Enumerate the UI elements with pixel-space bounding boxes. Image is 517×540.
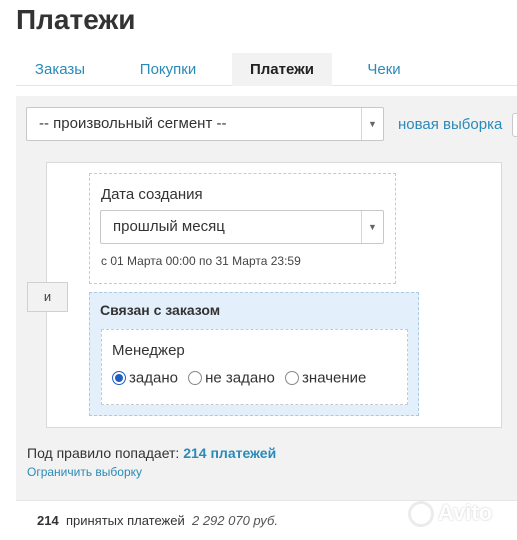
match-count-link[interactable]: 214 платежей xyxy=(183,445,276,461)
radio-label: значение xyxy=(302,369,367,387)
tab-bar: Заказы Покупки Платежи Чеки xyxy=(16,53,517,86)
period-select-value: прошлый месяц xyxy=(113,218,225,235)
chevron-down-icon: ▼ xyxy=(361,211,383,243)
footer-summary: 214 принятых платежей 2 292 070 руб. xyxy=(37,513,278,528)
avito-watermark: Avito xyxy=(408,500,492,532)
footer-amount: 2 292 070 руб. xyxy=(191,513,278,528)
chevron-down-icon: ▼ xyxy=(361,108,383,140)
tab-purchases[interactable]: Покупки xyxy=(124,53,212,86)
radio-option-not-set[interactable]: не задано xyxy=(188,369,275,387)
created-date-label: Дата создания xyxy=(101,186,203,203)
manager-condition xyxy=(101,329,408,405)
tab-orders[interactable]: Заказы xyxy=(16,53,104,86)
page-title: Платежи xyxy=(16,4,136,35)
radio-label: задано xyxy=(129,369,178,387)
limit-selection-link[interactable]: Ограничить выборку xyxy=(27,465,142,479)
radio-option-set[interactable]: задано xyxy=(112,369,178,387)
match-summary-prefix: Под правило попадает: xyxy=(27,445,180,461)
manager-radio-group: задано не задано значение xyxy=(112,369,372,387)
segment-select[interactable]: -- произвольный сегмент -- ▼ xyxy=(26,107,384,141)
segment-select-value: -- произвольный сегмент -- xyxy=(39,115,227,132)
watermark-text: Avito xyxy=(438,500,493,525)
radio-unchecked-icon[interactable] xyxy=(285,371,300,386)
footer-count: 214 xyxy=(37,513,59,528)
tab-payments[interactable]: Платежи xyxy=(232,53,332,86)
radio-unchecked-icon[interactable] xyxy=(188,371,203,386)
date-range-text: с 01 Марта 00:00 по 31 Марта 23:59 xyxy=(101,254,301,268)
radio-checked-icon[interactable] xyxy=(112,371,126,386)
avito-logo-icon xyxy=(408,501,434,528)
radio-option-value[interactable]: значение xyxy=(285,369,366,387)
radio-label: не задано xyxy=(205,369,275,387)
and-operator-button[interactable]: и xyxy=(27,282,68,312)
manager-label: Менеджер xyxy=(112,342,185,359)
panel-toggle-button[interactable] xyxy=(512,113,517,137)
new-selection-link[interactable]: новая выборка xyxy=(398,116,502,133)
tab-receipts[interactable]: Чеки xyxy=(336,53,432,86)
match-summary: Под правило попадает: 214 платежей xyxy=(27,445,276,461)
period-select[interactable]: прошлый месяц ▼ xyxy=(100,210,384,244)
linked-order-title: Связан с заказом xyxy=(100,302,221,318)
footer-label: принятых платежей xyxy=(65,513,185,528)
